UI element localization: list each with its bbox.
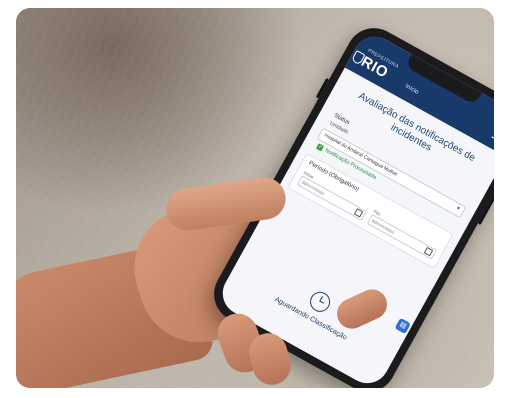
chat-icon[interactable]: ▤ xyxy=(394,317,411,335)
clock-icon xyxy=(306,288,334,316)
check-icon: ✓ xyxy=(315,143,325,152)
hamburger-icon[interactable] xyxy=(491,128,494,143)
nav-home-link[interactable]: Início xyxy=(404,84,419,96)
photo-background: PREFEITURA RIO Início Avaliação das noti… xyxy=(16,8,494,388)
chevron-down-icon: ▾ xyxy=(455,205,461,213)
calendar-icon[interactable] xyxy=(353,208,364,218)
calendar-icon[interactable] xyxy=(423,246,434,257)
